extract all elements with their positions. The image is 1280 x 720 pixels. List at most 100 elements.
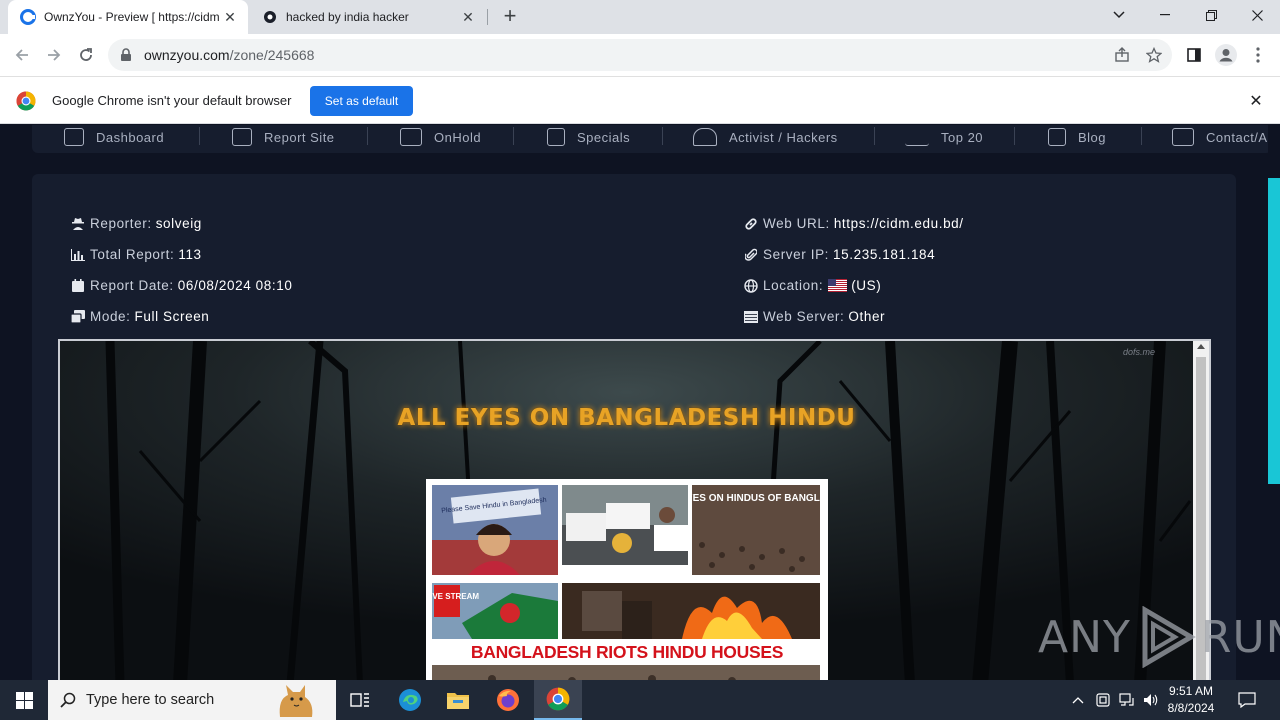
- anyrun-watermark: ANY RUN: [1038, 606, 1280, 668]
- news-collage-image: Please Save Hindu in Bangladesh ALL EYES…: [426, 479, 828, 680]
- clock-time: 9:51 AM: [1168, 684, 1214, 698]
- scroll-up-arrow-icon[interactable]: [1197, 344, 1205, 349]
- minimize-button[interactable]: [1142, 0, 1188, 30]
- default-browser-infobar: Google Chrome isn't your default browser…: [0, 76, 1280, 124]
- location-label: Location:: [763, 278, 824, 293]
- deface-headline: ALL EYES ON BANGLADESH HINDU: [397, 405, 856, 431]
- total-report-label: Total Report:: [90, 247, 175, 262]
- nav-specials[interactable]: Specials: [547, 125, 630, 149]
- nav-label: Dashboard: [96, 129, 165, 145]
- forward-arrow-icon[interactable]: [40, 41, 68, 69]
- report-date-value: 06/08/2024 08:10: [177, 278, 293, 293]
- protest-photo-2: [562, 485, 688, 565]
- web-url-label: Web URL:: [763, 216, 830, 231]
- server-ip-value: 15.235.181.184: [833, 247, 936, 262]
- bookmark-star-icon[interactable]: [1142, 43, 1166, 67]
- tray-chevron-up-icon[interactable]: [1068, 680, 1088, 720]
- lock-icon[interactable]: [120, 48, 134, 62]
- us-flag-icon: [828, 279, 848, 292]
- news-tv-photo: R. LIVE STREAM: [432, 583, 558, 639]
- nav-blog[interactable]: Blog: [1048, 125, 1106, 149]
- nav-divider: [1141, 127, 1142, 145]
- tab-divider: [487, 9, 488, 25]
- network-icon[interactable]: [1116, 680, 1138, 720]
- calendar-icon: [71, 279, 85, 293]
- firefox-icon[interactable]: [484, 680, 532, 720]
- web-page: Dashboard Report Site OnHold Specials Ac…: [0, 125, 1268, 680]
- web-server-value: Other: [848, 309, 886, 324]
- nav-label: Top 20: [941, 129, 984, 145]
- document-icon: [1048, 128, 1066, 146]
- taskbar-search-box[interactable]: Type here to search: [48, 680, 336, 720]
- nav-dashboard[interactable]: Dashboard: [64, 125, 164, 149]
- nav-label: OnHold: [434, 129, 482, 145]
- close-infobar-icon[interactable]: ✕: [1246, 91, 1266, 111]
- file-explorer-icon[interactable]: [434, 680, 482, 720]
- back-arrow-icon[interactable]: [8, 41, 36, 69]
- user-secret-icon: [71, 217, 85, 231]
- browser-toolbar: ownzyou.com/zone/245668: [0, 34, 1280, 76]
- notification-center-icon[interactable]: [1234, 680, 1260, 720]
- set-as-default-button[interactable]: Set as default: [310, 86, 413, 116]
- profile-avatar-icon[interactable]: [1214, 43, 1238, 67]
- play-logo-icon: [1142, 606, 1196, 668]
- clock-date: 8/8/2024: [1167, 701, 1215, 715]
- new-tab-button[interactable]: +: [498, 5, 522, 29]
- close-window-button[interactable]: [1234, 0, 1280, 30]
- web-url-row: Web URL: https://cidm.edu.bd/: [744, 216, 964, 231]
- corner-watermark: dofs.me: [1123, 347, 1156, 357]
- nav-report-site[interactable]: Report Site: [232, 125, 335, 149]
- nav-top-20[interactable]: Top 20: [905, 125, 983, 149]
- nav-contact[interactable]: Contact/A: [1172, 125, 1268, 149]
- mail-icon: [1172, 128, 1194, 146]
- url-path: /zone/245668: [229, 47, 315, 63]
- system-clock[interactable]: 9:51 AM 8/8/2024: [1160, 683, 1222, 717]
- tab-hacked[interactable]: hacked by india hacker ✕: [250, 0, 486, 34]
- chrome-taskbar-icon[interactable]: [534, 680, 582, 720]
- trend-icon: [905, 128, 929, 146]
- tab-ownzyou[interactable]: OwnzYou - Preview [ https://cidm ✕: [8, 0, 248, 34]
- collage-caption: BANGLADESH RIOTS HINDU HOUSES BURNED: [434, 641, 820, 680]
- windows-start-icon[interactable]: [0, 680, 48, 720]
- nav-divider: [1014, 127, 1015, 145]
- web-url-value[interactable]: https://cidm.edu.bd/: [834, 216, 964, 231]
- nav-onhold[interactable]: OnHold: [400, 125, 481, 149]
- close-tab-icon[interactable]: ✕: [460, 9, 476, 25]
- overlay-text: ALL EYES ON HINDUS OF BANGLADESH: [692, 493, 820, 504]
- page-scrollbar-thumb[interactable]: [1268, 178, 1280, 484]
- search-icon: [60, 692, 76, 708]
- share-icon[interactable]: [1110, 43, 1134, 67]
- tab-title: hacked by india hacker: [286, 10, 409, 24]
- nav-divider: [513, 127, 514, 145]
- reload-icon[interactable]: [72, 41, 100, 69]
- nav-divider: [199, 127, 200, 145]
- home-icon: [64, 128, 84, 146]
- plus-square-icon: [232, 128, 252, 146]
- meet-now-icon[interactable]: [1092, 680, 1114, 720]
- side-panel-icon[interactable]: [1182, 43, 1206, 67]
- restore-button[interactable]: [1188, 0, 1234, 30]
- fire-photo: [562, 583, 820, 639]
- crowd-strip-photo: [432, 665, 820, 680]
- total-report-row: Total Report: 113: [71, 247, 202, 262]
- tab-strip: OwnzYou - Preview [ https://cidm ✕ hacke…: [0, 0, 1280, 34]
- server-ip-row: Server IP: 15.235.181.184: [744, 247, 935, 262]
- live-badge: R. LIVE STREAM: [432, 592, 479, 601]
- server-ip-label: Server IP:: [763, 247, 830, 262]
- address-bar[interactable]: ownzyou.com/zone/245668: [108, 39, 1172, 71]
- task-view-icon[interactable]: [336, 680, 384, 720]
- bar-chart-icon: [71, 248, 85, 262]
- nav-activist-hackers[interactable]: Activist / Hackers: [693, 125, 838, 149]
- edge-browser-icon[interactable]: [386, 680, 434, 720]
- reporter-row: Reporter: solveig: [71, 216, 202, 231]
- volume-icon[interactable]: [1140, 680, 1162, 720]
- tab-search-icon[interactable]: [1096, 0, 1142, 30]
- close-tab-icon[interactable]: ✕: [222, 9, 238, 25]
- paperclip-icon: [744, 248, 758, 262]
- globe-icon: [744, 278, 758, 293]
- kebab-menu-icon[interactable]: [1246, 43, 1270, 67]
- square-icon: [547, 128, 565, 146]
- chrome-logo-icon: [16, 91, 36, 111]
- nav-label: Activist / Hackers: [729, 129, 838, 145]
- mode-label: Mode:: [90, 309, 131, 324]
